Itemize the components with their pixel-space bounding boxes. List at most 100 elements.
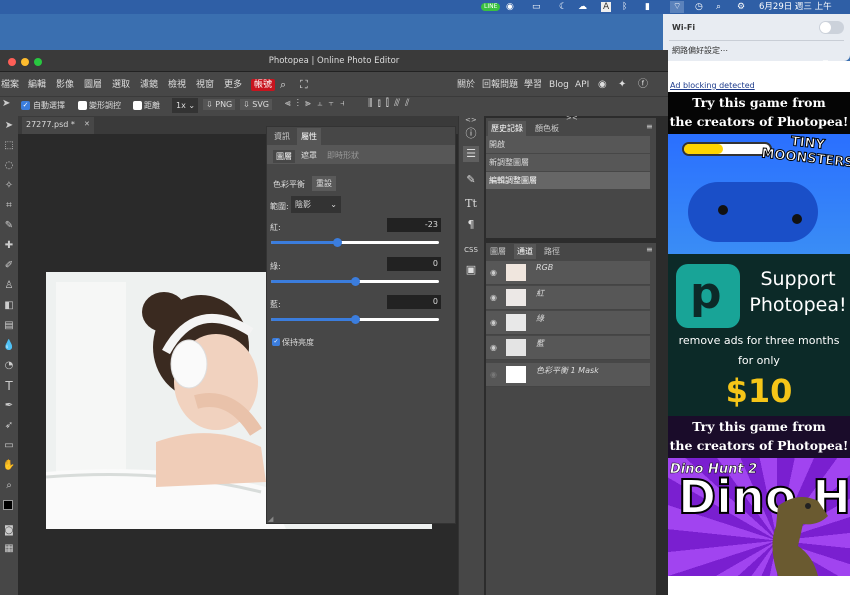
facebook-icon[interactable]: ⓕ (638, 79, 648, 91)
menu-about[interactable]: 關於 (457, 79, 475, 91)
subtab-live-shape[interactable]: 即時形狀 (327, 150, 359, 161)
subtab-mask[interactable]: 遮罩 (301, 150, 317, 161)
menu-report-bug[interactable]: 回報問題 (482, 79, 518, 91)
menu-view[interactable]: 檢視 (168, 79, 186, 91)
expand-icon[interactable]: >< (566, 114, 578, 122)
marquee-tool-icon[interactable]: ⬚ (2, 139, 16, 153)
paragraph-icon[interactable]: ¶ (463, 217, 479, 233)
shape-tool-icon[interactable]: ▭ (2, 439, 16, 453)
blur-tool-icon[interactable]: 💧 (2, 339, 16, 353)
magic-wand-icon[interactable]: ✧ (2, 179, 16, 193)
menu-learn[interactable]: 學習 (524, 79, 542, 91)
status-icon[interactable]: ◉ (506, 1, 514, 13)
tab-info[interactable]: 資訊 (274, 131, 290, 142)
channel-row-rgb[interactable]: ◉ RGB (486, 261, 650, 285)
channel-row-green[interactable]: ◉ 綠 (486, 311, 650, 335)
character-icon[interactable]: Tt (463, 196, 479, 212)
network-preferences-link[interactable]: 網路偏好設定⋯ (672, 45, 728, 56)
transform-checkbox[interactable] (78, 101, 87, 110)
subtab-layer[interactable]: 圖層 (273, 150, 295, 163)
moon-icon[interactable]: ☾ (559, 1, 567, 13)
zoom-select[interactable]: 1x ⌄ (172, 98, 198, 113)
eyedropper-icon[interactable]: ✎ (2, 219, 16, 233)
tab-swatches[interactable]: 顏色板 (535, 123, 559, 134)
search-icon[interactable]: ⌕ (280, 79, 286, 91)
history-item[interactable]: 新調整圖層 (486, 154, 650, 171)
ad-close-icon[interactable]: − (822, 56, 829, 65)
info-icon[interactable]: ⓘ (463, 126, 479, 142)
preserve-luminosity-checkbox[interactable]: ✓ (272, 338, 280, 346)
eraser-tool-icon[interactable]: ◧ (2, 299, 16, 313)
hand-tool-icon[interactable]: ✋ (2, 459, 16, 473)
battery-icon[interactable]: ▮ (645, 1, 650, 13)
properties-icon[interactable]: ☰ (463, 146, 479, 162)
tab-properties[interactable]: 屬性 (297, 128, 321, 145)
export-svg-button[interactable]: ⇩ SVG (240, 99, 272, 110)
eye-icon[interactable]: ◉ (490, 268, 497, 277)
tab-history[interactable]: 歷史記錄 (488, 121, 526, 136)
brush-tool-icon[interactable]: ✐ (2, 259, 16, 273)
green-value-input[interactable]: 0 (387, 257, 441, 271)
reddit-icon[interactable]: ◉ (598, 79, 607, 91)
fullscreen-icon[interactable]: ⛶ (300, 79, 308, 91)
ad-blocking-link[interactable]: Ad blocking detected (670, 81, 755, 90)
css-icon[interactable]: CSS (463, 242, 479, 258)
cloud-icon[interactable]: ☁ (578, 1, 587, 13)
lasso-tool-icon[interactable]: ◌ (2, 159, 16, 173)
close-tab-icon[interactable]: ✕ (84, 120, 90, 128)
menu-more[interactable]: 更多 (224, 79, 242, 91)
menu-blog[interactable]: Blog (549, 79, 569, 91)
display-icon[interactable]: ▭ (532, 1, 541, 13)
healing-brush-icon[interactable]: ✚ (2, 239, 16, 253)
quick-mask-icon[interactable]: ◙ (2, 524, 16, 538)
pen-tool-icon[interactable]: ✒ (2, 399, 16, 413)
channel-row-blue[interactable]: ◉ 藍 (486, 336, 650, 360)
image-icon[interactable]: ▣ (463, 262, 479, 278)
blue-slider-thumb[interactable] (351, 315, 360, 324)
twitter-icon[interactable]: ✦ (618, 79, 626, 91)
menu-window[interactable]: 視窗 (196, 79, 214, 91)
wifi-icon[interactable]: ⌔ (670, 1, 685, 13)
path-select-icon[interactable]: ➶ (2, 419, 16, 433)
minimize-window-button[interactable] (21, 58, 29, 66)
bluetooth-icon[interactable]: ᛒ (622, 1, 627, 13)
menu-layer[interactable]: 圖層 (84, 79, 102, 91)
type-tool-icon[interactable]: T (2, 379, 16, 393)
zoom-tool-icon[interactable]: ⌕ (2, 479, 16, 493)
menu-edit[interactable]: 編輯 (28, 79, 46, 91)
channel-row-mask[interactable]: ◉ 色彩平衡 1 Mask (486, 363, 650, 387)
channel-row-red[interactable]: ◉ 紅 (486, 286, 650, 310)
close-window-button[interactable] (8, 58, 16, 66)
zoom-window-button[interactable] (34, 58, 42, 66)
ad-support-photopea[interactable]: p Support Photopea! remove ads for three… (668, 254, 850, 416)
resize-handle-icon[interactable]: ◢ (268, 515, 273, 523)
menu-api[interactable]: API (575, 79, 589, 91)
panel-menu-icon[interactable]: ≡ (646, 122, 653, 131)
reset-button[interactable]: 重設 (312, 176, 336, 191)
eye-icon[interactable]: ◉ (490, 293, 497, 302)
gradient-tool-icon[interactable]: ▤ (2, 319, 16, 333)
clock-icon[interactable]: ◷ (695, 1, 703, 13)
red-slider-thumb[interactable] (333, 238, 342, 247)
wifi-toggle[interactable] (819, 21, 844, 34)
line-badge[interactable]: LINE (481, 3, 501, 11)
range-select[interactable]: 陰影 ⌄ (291, 196, 341, 213)
brush-settings-icon[interactable]: ✎ (463, 172, 479, 188)
account-button[interactable]: 帳號 (251, 79, 276, 91)
history-item[interactable]: 開啟 (486, 136, 650, 153)
red-value-input[interactable]: -23 (387, 218, 441, 232)
menu-image[interactable]: 影像 (56, 79, 74, 91)
document-tab[interactable]: 27277.psd * ✕ (22, 117, 94, 134)
auto-select-checkbox[interactable]: ✓ (21, 101, 30, 110)
eye-icon[interactable]: ◉ (490, 370, 497, 379)
crop-tool-icon[interactable]: ⌗ (2, 199, 16, 213)
distribute-icons[interactable]: ⫼⫾⫿⫻⫽ (368, 98, 414, 109)
foreground-color-swatch[interactable] (3, 500, 13, 510)
menu-file[interactable]: 檔案 (1, 79, 19, 91)
align-icons[interactable]: ⫷⫶⫸⫠⫟⫞ (285, 98, 351, 109)
eye-icon[interactable]: ◉ (490, 343, 497, 352)
tab-layers[interactable]: 圖層 (490, 246, 506, 257)
distance-checkbox[interactable] (133, 101, 142, 110)
stamp-tool-icon[interactable]: ♙ (2, 279, 16, 293)
menu-select[interactable]: 選取 (112, 79, 130, 91)
